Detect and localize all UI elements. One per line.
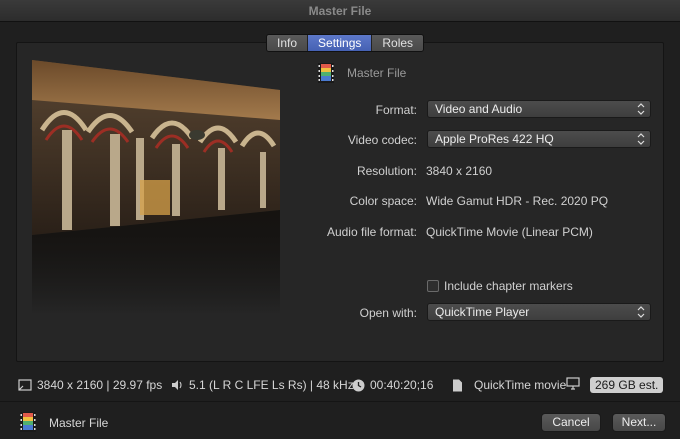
resolution-value: 3840 x 2160 — [426, 164, 493, 178]
cancel-button[interactable]: Cancel — [541, 413, 601, 432]
speaker-icon — [172, 380, 182, 390]
open-with-label: Open with: — [359, 306, 417, 320]
footer-divider — [0, 401, 680, 402]
frame-size-icon — [18, 379, 32, 391]
tab-info[interactable]: Info — [267, 35, 309, 51]
open-with-value: QuickTime Player — [435, 305, 530, 319]
size-estimate-badge: 269 GB est. — [590, 377, 664, 393]
format-value: Video and Audio — [435, 102, 523, 116]
audio-file-format-label: Audio file format: — [326, 225, 417, 239]
clock-icon — [352, 379, 365, 391]
duration-info: 00:40:20;16 — [352, 377, 433, 393]
video-preview-thumbnail — [32, 60, 280, 315]
tab-bar: Info Settings Roles — [266, 34, 425, 52]
monitor-icon — [566, 377, 580, 390]
chevron-updown-icon — [637, 103, 645, 115]
video-codec-value: Apple ProRes 422 HQ — [435, 132, 554, 146]
file-name: Master File — [347, 66, 407, 80]
tab-settings[interactable]: Settings — [308, 35, 373, 51]
film-icon — [318, 63, 334, 83]
audio-file-format-value: QuickTime Movie (Linear PCM) — [426, 225, 593, 239]
chevron-updown-icon — [637, 306, 645, 318]
next-button[interactable]: Next... — [612, 413, 666, 432]
chevron-updown-icon — [637, 133, 645, 145]
display-info — [566, 377, 585, 390]
format-label: Format: — [375, 103, 417, 117]
audio-info: 5.1 (L R C LFE Ls Rs) | 48 kHz — [171, 377, 354, 393]
container-info: QuickTime movie — [452, 377, 566, 393]
format-select[interactable]: Video and Audio — [427, 100, 651, 118]
color-space-label: Color space: — [349, 194, 417, 208]
video-info-text: 3840 x 2160 | 29.97 fps — [37, 378, 163, 392]
video-codec-label: Video codec: — [347, 133, 417, 147]
document-icon — [453, 379, 462, 391]
film-icon — [20, 412, 36, 432]
chapter-markers-label: Include chapter markers — [444, 279, 573, 293]
open-with-select[interactable]: QuickTime Player — [427, 303, 651, 321]
duration-text: 00:40:20;16 — [370, 378, 434, 392]
video-codec-select[interactable]: Apple ProRes 422 HQ — [427, 130, 651, 148]
video-info: 3840 x 2160 | 29.97 fps — [18, 377, 162, 393]
chapter-markers-checkbox[interactable] — [427, 280, 439, 292]
mosque-interior-image — [32, 60, 280, 235]
resolution-label: Resolution: — [356, 164, 417, 178]
color-space-value: Wide Gamut HDR - Rec. 2020 PQ — [426, 194, 609, 208]
window-title: Master File — [0, 0, 680, 22]
tab-roles[interactable]: Roles — [372, 35, 424, 51]
container-text: QuickTime movie — [474, 378, 567, 392]
audio-info-text: 5.1 (L R C LFE Ls Rs) | 48 kHz — [189, 378, 354, 392]
footer-destination-name: Master File — [49, 416, 109, 430]
chapter-markers-option[interactable]: Include chapter markers — [427, 279, 573, 293]
